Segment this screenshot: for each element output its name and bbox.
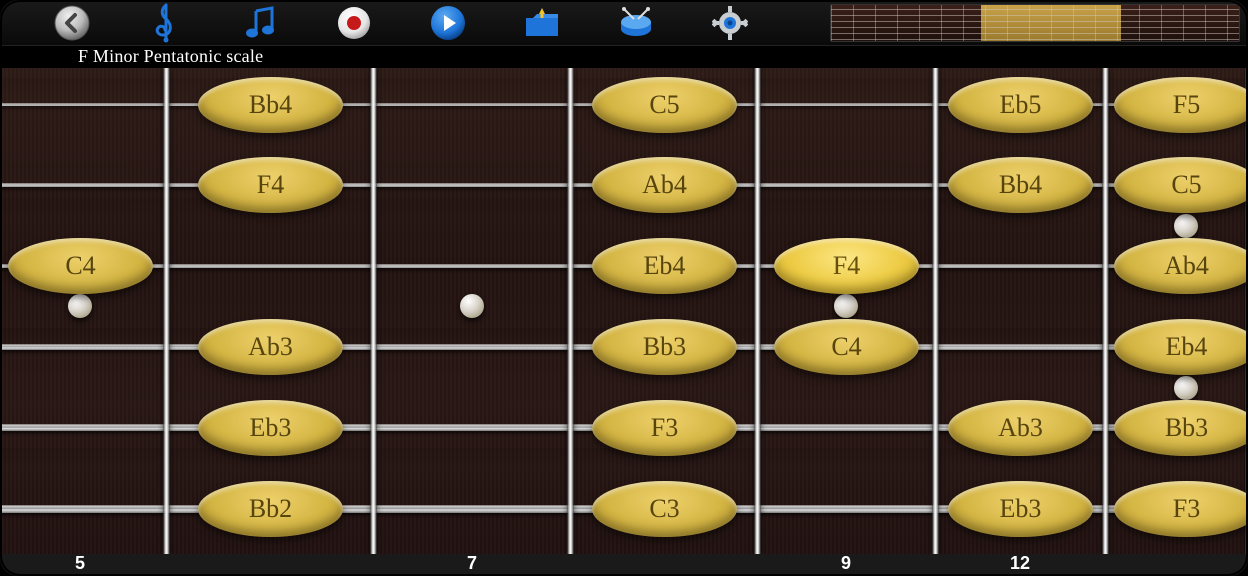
fret-number: 9: [841, 553, 851, 574]
fret-number: 12: [1010, 553, 1030, 574]
fret-inlay-dot: [834, 294, 858, 318]
fret-inlay-dot: [1174, 214, 1198, 238]
note-marker[interactable]: Bb4: [948, 157, 1093, 213]
play-button[interactable]: [426, 1, 470, 45]
note-marker[interactable]: F5: [1114, 77, 1248, 133]
settings-button[interactable]: [708, 1, 752, 45]
note-marker[interactable]: C4: [774, 319, 919, 375]
fret-inlay-dot: [68, 294, 92, 318]
back-button[interactable]: [50, 1, 94, 45]
note-marker[interactable]: C5: [592, 77, 737, 133]
sound-button[interactable]: [238, 1, 282, 45]
back-icon: [53, 4, 91, 42]
fret-wire: [1102, 68, 1109, 554]
note-marker[interactable]: Bb3: [1114, 400, 1248, 456]
gear-icon: [712, 5, 748, 41]
backing-track-button[interactable]: [614, 1, 658, 45]
fret-wire: [370, 68, 377, 554]
scale-select-button[interactable]: [144, 1, 188, 45]
fret-wire: [567, 68, 574, 554]
note-marker[interactable]: Eb4: [1114, 319, 1248, 375]
fret-inlay-dot: [1174, 376, 1198, 400]
scale-name-label: F Minor Pentatonic scale: [78, 46, 263, 67]
open-folder-button[interactable]: [520, 1, 564, 45]
fret-number: 5: [75, 553, 85, 574]
note-marker[interactable]: Eb3: [198, 400, 343, 456]
treble-clef-icon: [149, 3, 183, 43]
play-icon: [429, 4, 467, 42]
fret-number-bar: 5 7 9 12: [0, 554, 1248, 576]
fret-inlay-dot: [460, 294, 484, 318]
fret-wire: [932, 68, 939, 554]
note-marker[interactable]: Ab4: [1114, 238, 1248, 294]
note-marker[interactable]: Ab3: [198, 319, 343, 375]
record-icon: [336, 5, 372, 41]
note-marker[interactable]: Bb2: [198, 481, 343, 537]
note-marker[interactable]: C4: [8, 238, 153, 294]
fret-wire: [163, 68, 170, 554]
note-marker[interactable]: F3: [1114, 481, 1248, 537]
note-marker[interactable]: Eb4: [592, 238, 737, 294]
note-marker[interactable]: Bb3: [592, 319, 737, 375]
note-marker[interactable]: F3: [592, 400, 737, 456]
fretboard[interactable]: Bb4 C5 Eb5 F5 F4 Ab4 Bb4 C5 C4 Eb4 F4 Ab4 Ab3 Bb3 C4 Eb…: [0, 68, 1248, 554]
note-marker[interactable]: Eb3: [948, 481, 1093, 537]
note-marker[interactable]: Ab3: [948, 400, 1093, 456]
note-marker[interactable]: F4: [774, 238, 919, 294]
note-marker[interactable]: C5: [1114, 157, 1248, 213]
note-marker[interactable]: Bb4: [198, 77, 343, 133]
folder-icon: [523, 6, 561, 40]
drum-icon: [616, 5, 656, 41]
note-marker[interactable]: C3: [592, 481, 737, 537]
note-marker[interactable]: Ab4: [592, 157, 737, 213]
fret-number: 7: [467, 553, 477, 574]
note-marker[interactable]: F4: [198, 157, 343, 213]
record-button[interactable]: [332, 1, 376, 45]
fretboard-minimap[interactable]: [830, 4, 1240, 42]
fret-wire: [754, 68, 761, 554]
toolbar: [0, 0, 1248, 46]
music-note-icon: [242, 5, 278, 41]
note-marker[interactable]: Eb5: [948, 77, 1093, 133]
